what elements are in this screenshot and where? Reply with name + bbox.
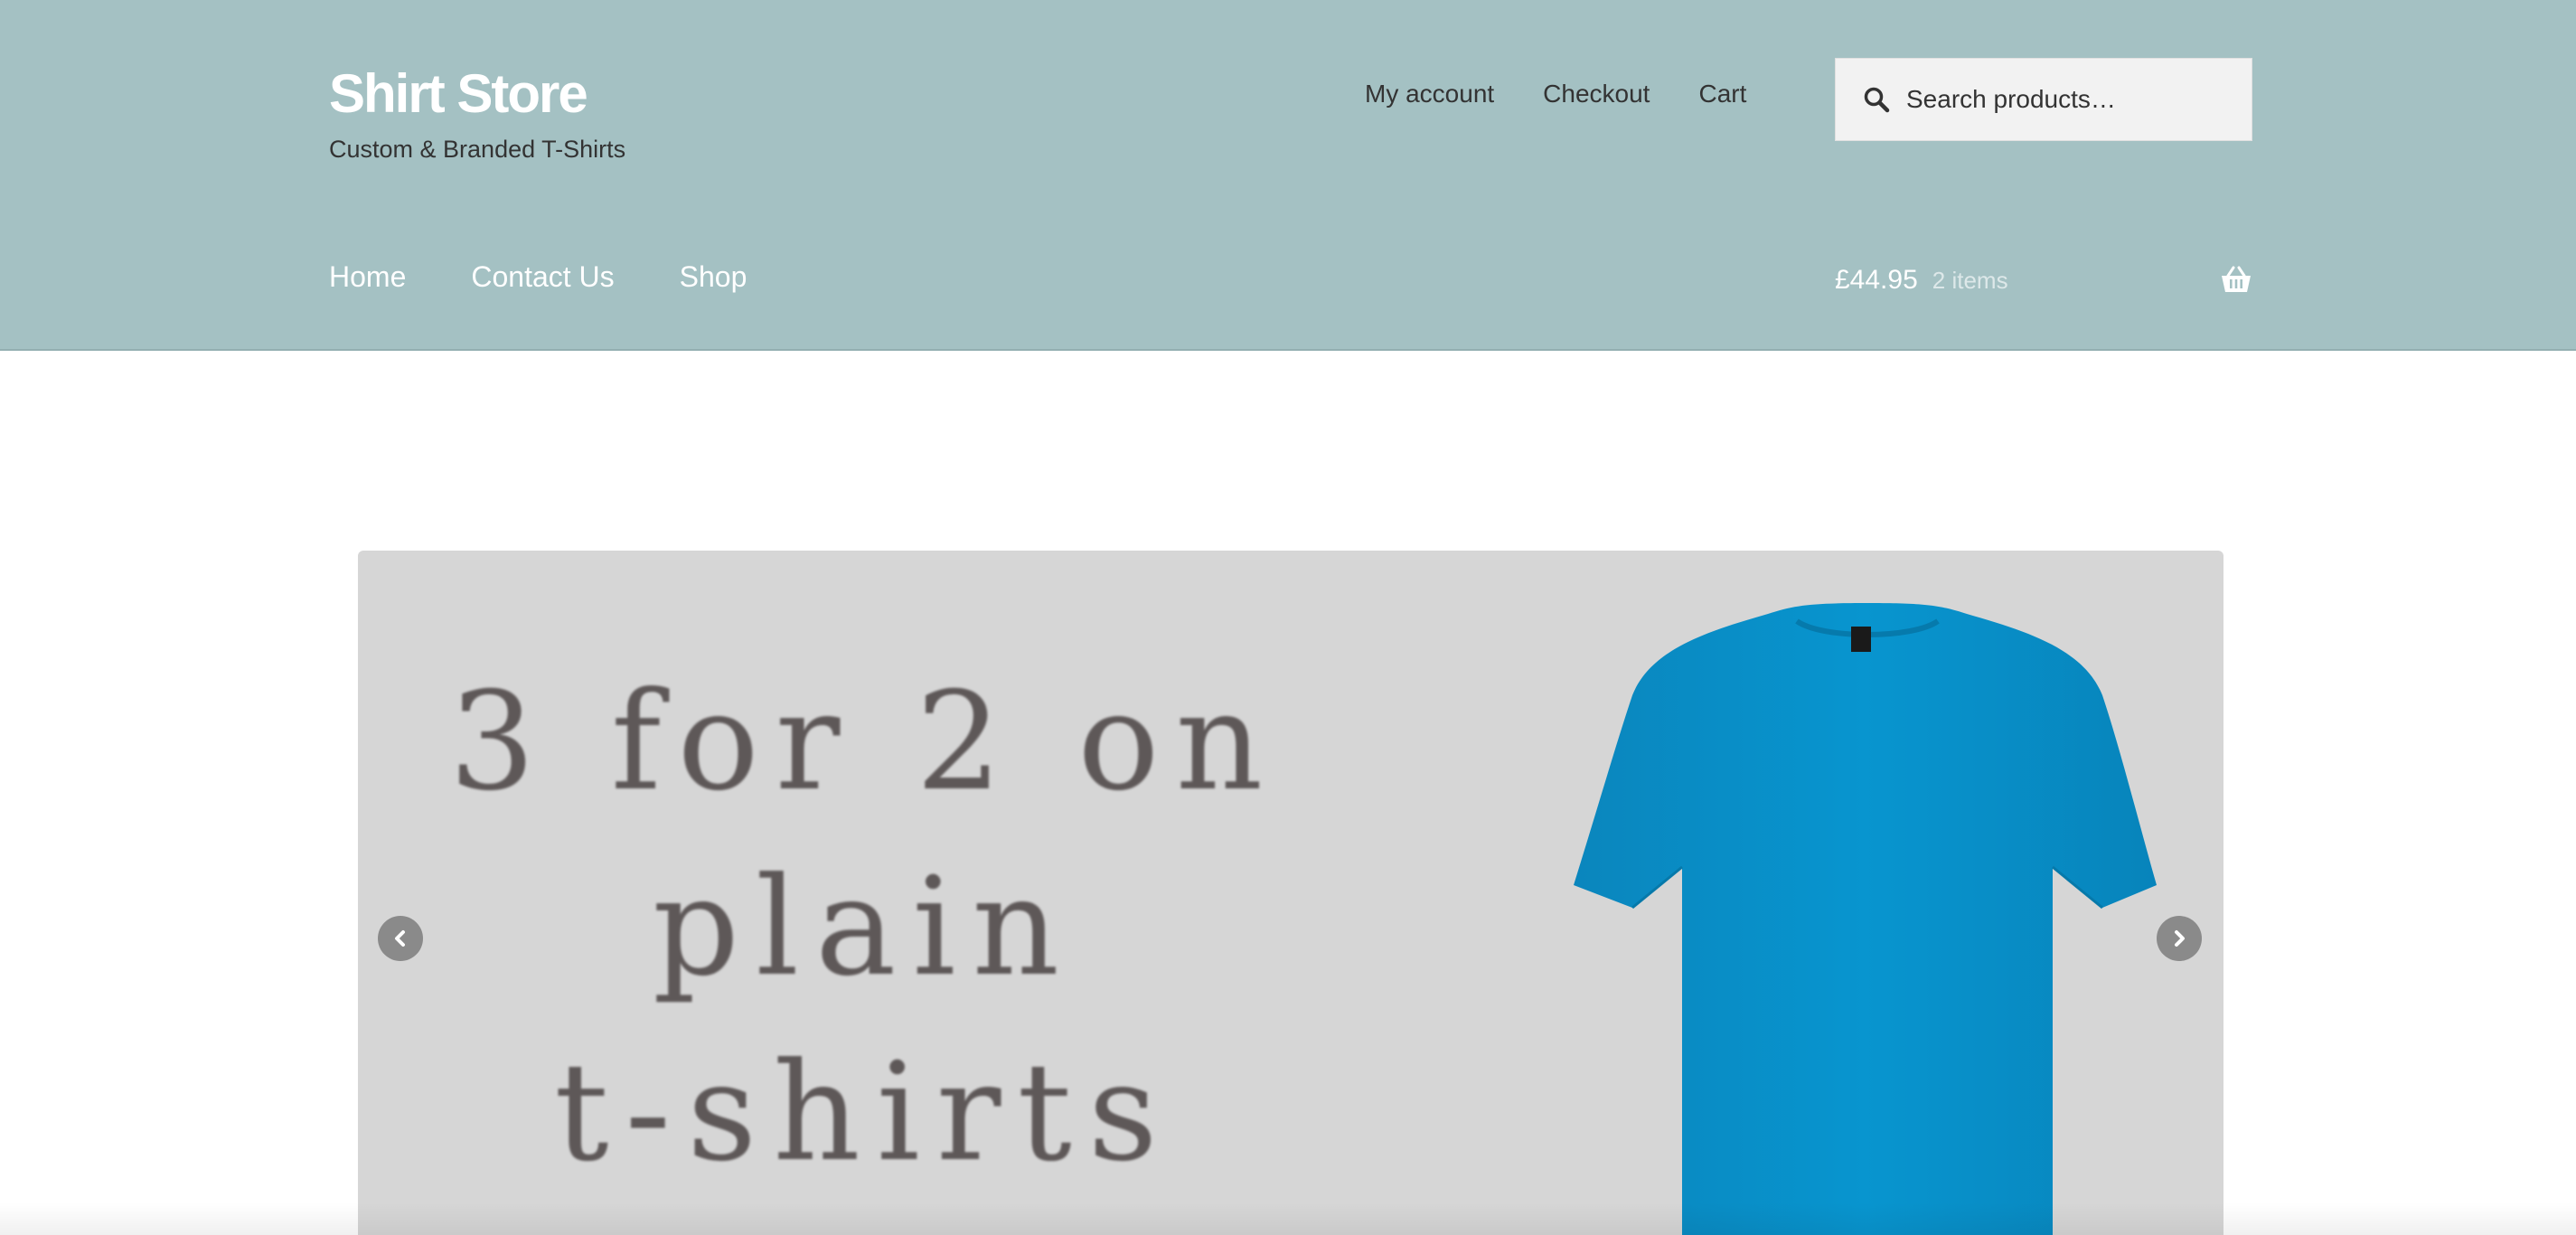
nav-link-my-account[interactable]: My account	[1365, 80, 1494, 108]
tshirt-image	[1574, 603, 2157, 1235]
chevron-right-icon	[2175, 930, 2185, 947]
search-input[interactable]	[1904, 84, 2248, 115]
hero-promo-text: 3 for 2 on plain t-shirts	[358, 650, 1370, 1206]
nav-link-checkout[interactable]: Checkout	[1543, 80, 1650, 108]
site-title[interactable]: Shirt Store	[329, 58, 625, 130]
hero-line: t-shirts	[554, 1034, 1174, 1192]
cart-item-count: 2 items	[1932, 266, 2008, 294]
slider-prev-button[interactable]	[378, 916, 423, 961]
chevron-left-icon	[395, 930, 405, 947]
site-branding: Shirt Store Custom & Branded T-Shirts	[329, 58, 625, 164]
primary-navigation: Home Contact Us Shop	[329, 260, 747, 294]
hero-line: 3 for 2 on	[448, 664, 1280, 821]
search-icon	[1864, 87, 1890, 113]
secondary-navigation: My account Checkout Cart	[1365, 80, 1746, 108]
hero-line: plain	[652, 849, 1076, 1006]
nav-link-home[interactable]: Home	[329, 260, 406, 294]
hero-slider: 3 for 2 on plain t-shirts	[358, 551, 2223, 1235]
basket-icon[interactable]	[2220, 266, 2252, 295]
nav-link-cart[interactable]: Cart	[1698, 80, 1746, 108]
nav-link-shop[interactable]: Shop	[680, 260, 747, 294]
mini-cart[interactable]: £44.95 2 items	[1835, 257, 2252, 304]
nav-link-contact-us[interactable]: Contact Us	[471, 260, 614, 294]
cart-total: £44.95	[1835, 265, 1918, 295]
site-tagline: Custom & Branded T-Shirts	[329, 136, 626, 163]
site-header: Shirt Store Custom & Branded T-Shirts My…	[0, 0, 2576, 351]
product-search	[1835, 58, 2252, 141]
slider-next-button[interactable]	[2157, 916, 2202, 961]
